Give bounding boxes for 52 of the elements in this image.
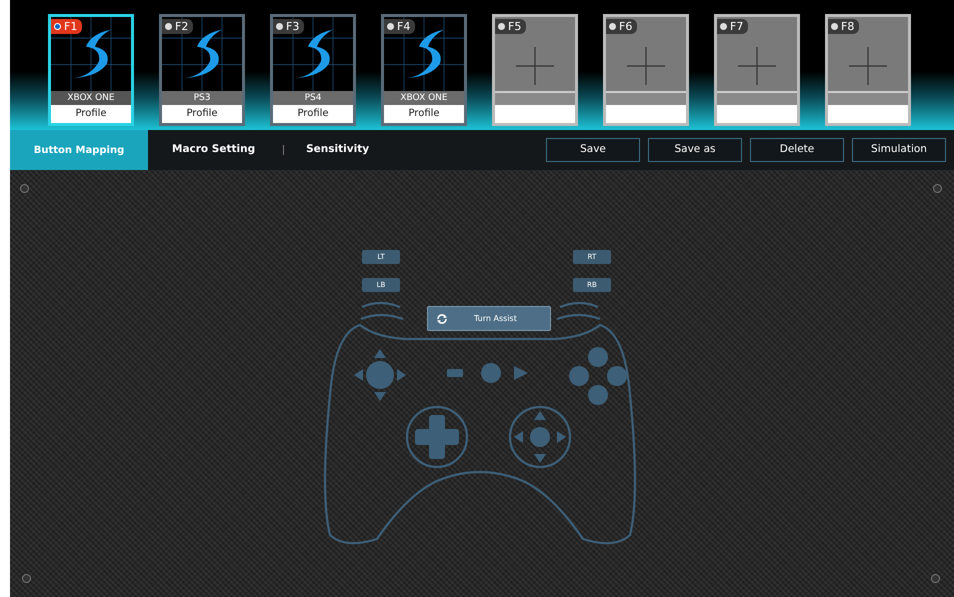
plus-icon <box>849 47 887 85</box>
profile-slot[interactable]: F5 <box>492 14 578 126</box>
plus-icon <box>516 47 554 85</box>
action-button[interactable]: Delete <box>750 138 844 162</box>
profile-slot[interactable]: F7 <box>714 14 800 126</box>
platform-label: XBOX ONE <box>384 91 464 105</box>
profile-label: Profile <box>384 105 464 123</box>
logo-icon <box>273 17 353 91</box>
profile-slot[interactable]: F8 <box>825 14 911 126</box>
logo-icon <box>51 17 131 91</box>
action-button[interactable]: Save <box>546 138 640 162</box>
slot-key: F1 <box>64 20 78 33</box>
indicator-icon <box>165 23 172 30</box>
profile-slot[interactable]: F6 <box>603 14 689 126</box>
screw-icon <box>22 574 31 583</box>
slot-key: F6 <box>619 20 632 33</box>
tab[interactable]: Sensitivity <box>284 130 392 170</box>
profile-slot[interactable]: F2 PS3 Profile <box>159 14 245 126</box>
indicator-icon <box>720 23 727 30</box>
screw-icon <box>20 184 29 193</box>
turn-assist-button[interactable]: Turn Assist <box>427 306 551 331</box>
indicator-icon <box>276 23 283 30</box>
slot-key: F7 <box>730 20 744 33</box>
profile-slot[interactable]: F4 XBOX ONE Profile <box>381 14 467 126</box>
slot-key: F2 <box>175 20 188 33</box>
slot-key: F5 <box>508 20 522 33</box>
indicator-icon <box>387 23 394 30</box>
logo-icon <box>162 17 242 91</box>
indicator-icon <box>498 23 505 30</box>
platform-label: XBOX ONE <box>51 91 131 105</box>
profile-slot[interactable]: F1 XBOX ONE Profile <box>48 14 134 126</box>
screw-icon <box>933 184 942 193</box>
profile-slot[interactable]: F3 PS4 Profile <box>270 14 356 126</box>
screw-icon <box>931 574 940 583</box>
indicator-icon <box>831 23 838 30</box>
platform-label: PS4 <box>273 91 353 105</box>
profile-label: Profile <box>273 105 353 123</box>
action-button[interactable]: Save as <box>648 138 742 162</box>
plus-icon <box>627 47 665 85</box>
refresh-icon <box>436 312 448 324</box>
indicator-icon <box>609 23 616 30</box>
slot-key: F3 <box>286 20 300 33</box>
indicator-icon <box>54 23 61 30</box>
logo-icon <box>384 17 464 91</box>
profile-label: Profile <box>162 105 242 123</box>
profile-label: Profile <box>51 105 131 123</box>
action-button[interactable]: Simulation <box>852 138 946 162</box>
slot-key: F4 <box>397 20 410 33</box>
tab[interactable]: Macro Setting <box>148 130 284 170</box>
platform-label: PS3 <box>162 91 242 105</box>
slot-key: F8 <box>841 20 854 33</box>
plus-icon <box>738 47 776 85</box>
